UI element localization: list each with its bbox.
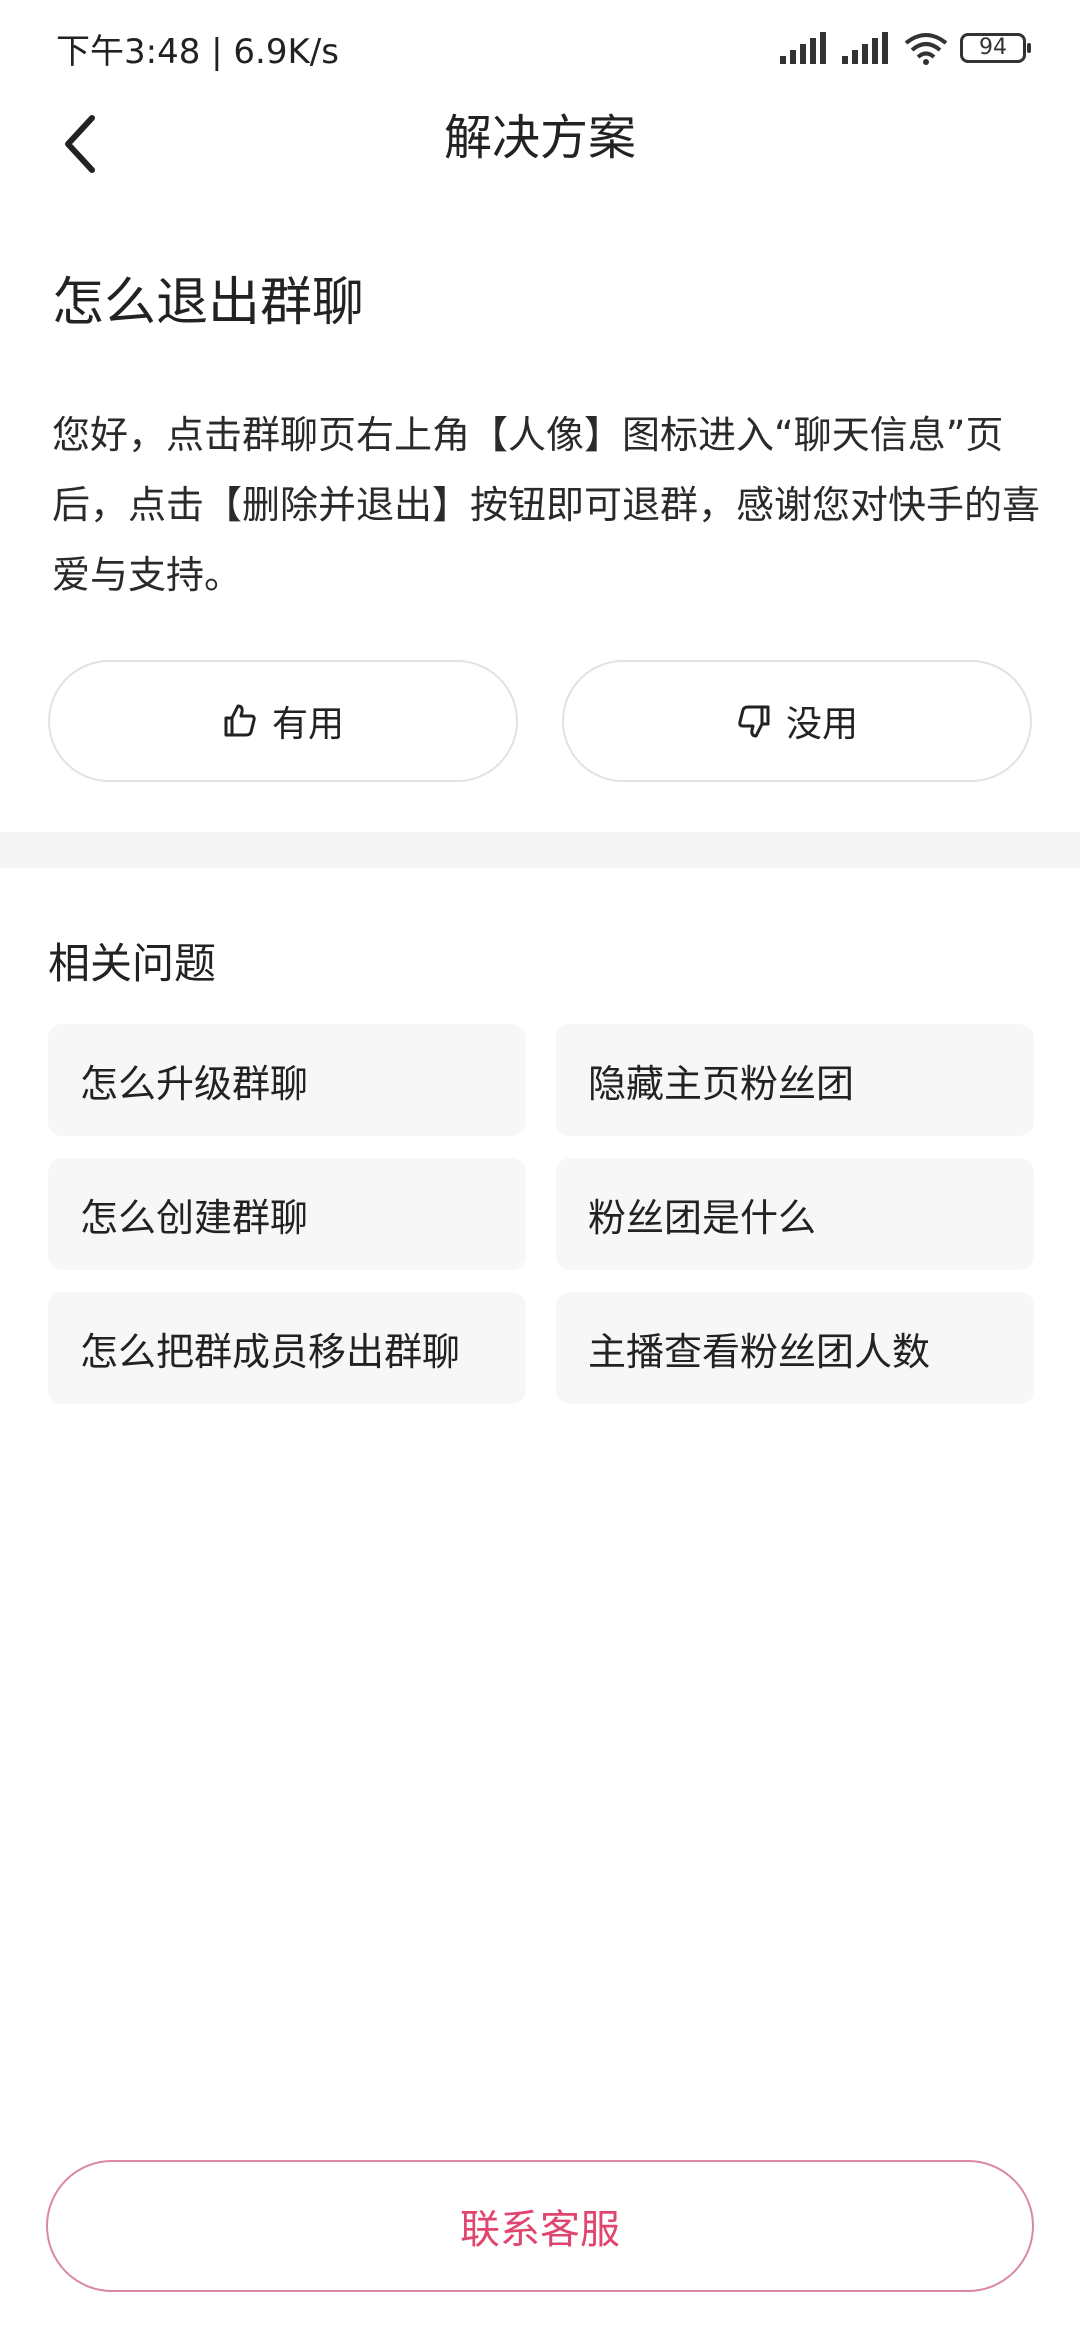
thumbs-down-icon <box>738 705 770 738</box>
useless-label: 没用 <box>785 704 858 745</box>
signal-icon <box>842 32 888 64</box>
related-question-item[interactable]: 怎么把群成员移出群聊 <box>48 1292 526 1404</box>
wifi-icon <box>904 33 948 65</box>
related-question-item[interactable]: 主播查看粉丝团人数 <box>556 1292 1034 1404</box>
useless-button[interactable]: 没用 <box>562 660 1032 782</box>
page-title: 解决方案 <box>443 110 636 166</box>
status-time: 下午3:48 | 6.9K/s <box>56 32 339 72</box>
related-question-item[interactable]: 粉丝团是什么 <box>556 1158 1034 1270</box>
question-title: 怎么退出群聊 <box>52 273 365 333</box>
status-icons: 94 <box>780 26 1031 70</box>
useful-button[interactable]: 有用 <box>48 660 518 782</box>
useful-label: 有用 <box>271 704 344 745</box>
signal-icon <box>780 32 826 64</box>
contact-support-button[interactable]: 联系客服 <box>46 2160 1034 2292</box>
related-question-item[interactable]: 怎么升级群聊 <box>48 1024 526 1136</box>
battery-icon: 94 <box>960 33 1031 63</box>
status-bar: 下午3:48 | 6.9K/s 94 <box>0 0 1080 90</box>
answer-text: 您好，点击群聊页右上角【人像】图标进入“聊天信息”页后，点击【删除并退出】按钮即… <box>52 413 1041 597</box>
related-questions-title: 相关问题 <box>48 939 217 988</box>
related-questions-grid: 怎么升级群聊 隐藏主页粉丝团 怎么创建群聊 粉丝团是什么 怎么把群成员移出群聊 … <box>48 1024 1034 1404</box>
section-divider <box>0 832 1080 868</box>
related-question-item[interactable]: 隐藏主页粉丝团 <box>556 1024 1034 1136</box>
related-question-item[interactable]: 怎么创建群聊 <box>48 1158 526 1270</box>
thumbs-up-icon <box>224 704 256 737</box>
